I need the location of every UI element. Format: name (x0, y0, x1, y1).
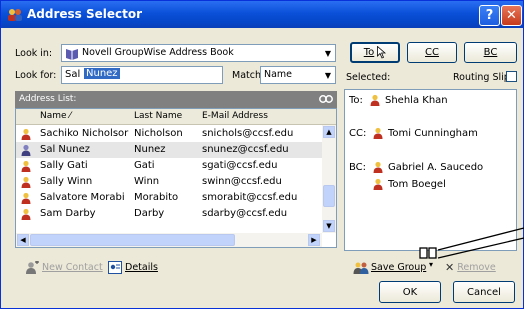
callout-pointer (419, 227, 524, 259)
row-name: Sal Nunez (40, 144, 90, 155)
row-name: Salvatore Morabi (40, 192, 125, 203)
title-bar: Address Selector ? ✕ (1, 1, 523, 28)
save-group-button[interactable]: Save Group (353, 261, 426, 274)
details-button[interactable]: Details (108, 261, 158, 274)
match-label: Match (232, 70, 261, 81)
person-icon (21, 128, 31, 140)
new-contact-button[interactable]: New Contact (25, 261, 103, 274)
address-list-header: Address List: (15, 91, 337, 108)
details-icon (108, 261, 122, 274)
recipient-name: Shehla Khan (385, 95, 448, 106)
chevron-down-icon[interactable]: ▼ (321, 67, 335, 83)
recipient-item[interactable]: Gabriel A. Saucedo (372, 161, 483, 173)
person-icon (21, 192, 31, 204)
row-last-name: Winn (134, 176, 160, 187)
row-last-name: Nunez (134, 144, 166, 155)
column-header-email[interactable]: E-Mail Address (202, 111, 268, 121)
match-value: Name (264, 69, 293, 80)
scroll-up-icon[interactable]: ▲ (323, 126, 335, 138)
new-contact-icon (26, 261, 39, 274)
selected-label: Selected: (346, 72, 391, 83)
match-dropdown[interactable]: Name ▼ (260, 66, 336, 84)
bc-section-label: BC: (349, 162, 367, 173)
person-icon (373, 127, 383, 139)
person-icon (370, 94, 380, 106)
look-for-typed: Sal (65, 69, 81, 80)
row-last-name: Nicholson (134, 128, 183, 139)
row-email: smorabit@ccsf.edu (202, 192, 298, 203)
person-icon (373, 161, 383, 173)
person-icon (21, 208, 31, 220)
look-in-dropdown[interactable]: Novell GroupWise Address Book ▼ (61, 44, 336, 62)
group-icon (353, 262, 369, 274)
cursor-icon (377, 46, 387, 59)
row-last-name: Gati (134, 160, 155, 171)
vertical-scrollbar[interactable]: ▲ ▼ (322, 125, 336, 233)
vertical-scroll-thumb[interactable] (323, 185, 335, 207)
recipient-item[interactable]: Shehla Khan (369, 94, 448, 106)
binoculars-icon[interactable] (319, 94, 333, 104)
column-header-name[interactable]: Name ⁄ (40, 111, 71, 121)
row-last-name: Darby (134, 208, 165, 219)
scroll-left-icon[interactable]: ◀ (17, 234, 29, 246)
address-list-column-headers: Name ⁄ Last Name E-Mail Address (16, 109, 336, 125)
address-selector-window: Address Selector ? ✕ Look in: Novell Gro… (0, 0, 524, 309)
row-last-name: Morabito (134, 192, 179, 203)
row-email: snichols@ccsf.edu (202, 128, 294, 139)
recipient-item[interactable]: Tomi Cunningham (372, 127, 478, 139)
row-name: Sally Gati (40, 160, 88, 171)
row-name: Sachiko Nicholsor (40, 128, 129, 139)
address-list-title: Address List: (19, 94, 77, 104)
bc-button[interactable]: BC (464, 42, 517, 63)
window-title: Address Selector (27, 7, 143, 21)
list-item-selected[interactable]: Sal Nunez Nunez snunez@ccsf.edu (16, 142, 322, 158)
groupwise-book-icon (66, 49, 78, 60)
person-icon (21, 144, 31, 156)
to-section-label: To: (349, 95, 363, 106)
help-button[interactable]: ? (479, 5, 500, 26)
column-header-last-name[interactable]: Last Name (134, 111, 182, 121)
look-for-autocomplete: Nunez (84, 68, 120, 79)
address-list: Name ⁄ Last Name E-Mail Address Sachiko … (15, 108, 337, 248)
row-email: sdarby@ccsf.edu (202, 208, 288, 219)
row-email: snunez@ccsf.edu (202, 144, 289, 155)
look-in-value: Novell GroupWise Address Book (82, 47, 234, 58)
routing-slip-checkbox[interactable] (506, 71, 517, 82)
to-button[interactable]: To (350, 42, 400, 63)
address-book-icon (8, 9, 22, 21)
list-item[interactable]: Sachiko Nicholsor Nicholson snichols@ccs… (16, 126, 322, 142)
recipient-item[interactable]: Tom Boegel (372, 178, 446, 190)
recipient-name: Tom Boegel (388, 179, 446, 190)
scroll-right-icon[interactable]: ▶ (308, 234, 320, 246)
look-for-label: Look for: (15, 70, 57, 81)
cc-button[interactable]: CC (407, 42, 457, 63)
cc-section-label: CC: (349, 128, 367, 139)
row-name: Sam Darby (40, 208, 96, 219)
list-item[interactable]: Salvatore Morabi Morabito smorabit@ccsf.… (16, 190, 322, 206)
recipient-name: Gabriel A. Saucedo (388, 162, 484, 173)
row-email: swinn@ccsf.edu (202, 176, 282, 187)
horizontal-scroll-thumb[interactable] (30, 234, 235, 246)
look-for-input[interactable]: Sal Nunez (61, 66, 223, 84)
close-button[interactable]: ✕ (501, 5, 522, 26)
ok-button[interactable]: OK (379, 281, 441, 303)
list-item[interactable]: Sam Darby Darby sdarby@ccsf.edu (16, 206, 322, 222)
recipient-name: Tomi Cunningham (388, 128, 478, 139)
scroll-down-icon[interactable]: ▼ (323, 220, 335, 232)
chevron-down-icon[interactable]: ▼ (321, 45, 335, 61)
horizontal-scrollbar[interactable]: ◀ ▶ (16, 233, 322, 247)
person-icon (21, 176, 31, 188)
person-icon (373, 178, 383, 190)
row-name: Sally Winn (40, 176, 93, 187)
look-in-label: Look in: (15, 48, 53, 59)
routing-slip-label: Routing Slip (453, 72, 510, 83)
row-email: sgati@ccsf.edu (202, 160, 278, 171)
list-item[interactable]: Sally Gati Gati sgati@ccsf.edu (16, 158, 322, 174)
list-item[interactable]: Sally Winn Winn swinn@ccsf.edu (16, 174, 322, 190)
cancel-button[interactable]: Cancel (453, 281, 515, 303)
person-icon (21, 160, 31, 172)
